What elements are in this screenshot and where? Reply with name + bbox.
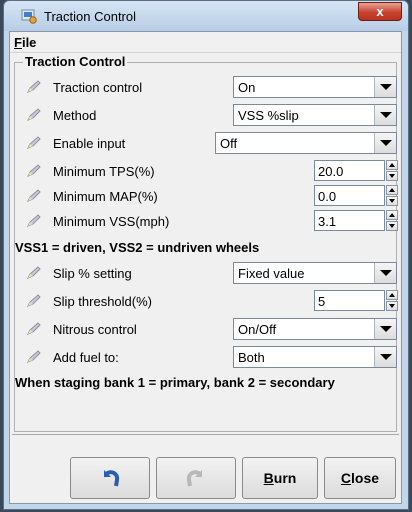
close-icon: x	[376, 4, 384, 19]
min-vss-spinner: 3.1	[314, 210, 398, 231]
row-enable-input: Enable input Off	[15, 131, 397, 155]
slip-setting-label: Slip % setting	[53, 266, 132, 281]
row-nitrous-control: Nitrous control On/Off	[15, 317, 397, 341]
slip-threshold-field[interactable]: 5	[314, 290, 385, 311]
spin-down-icon[interactable]	[386, 171, 398, 181]
pencil-icon	[26, 136, 41, 149]
enable-input-select[interactable]: Off	[215, 132, 397, 154]
method-label: Method	[53, 108, 97, 123]
chevron-down-icon[interactable]	[374, 77, 396, 97]
row-min-tps: Minimum TPS(%) 20.0	[15, 159, 398, 183]
chevron-down-icon[interactable]	[374, 347, 396, 367]
spin-down-icon[interactable]	[386, 221, 398, 231]
row-slip-threshold: Slip threshold(%) 5	[15, 289, 398, 313]
window: Traction Control x File Traction Control…	[3, 0, 409, 510]
undo-icon	[104, 470, 120, 487]
nitrous-control-select[interactable]: On/Off	[233, 318, 397, 340]
spin-up-icon[interactable]	[386, 290, 398, 300]
window-close-button[interactable]: x	[358, 2, 402, 21]
spin-up-icon[interactable]	[386, 185, 398, 195]
row-traction-control: Traction control On	[15, 75, 397, 99]
slip-setting-select[interactable]: Fixed value	[233, 262, 397, 284]
add-fuel-label: Add fuel to:	[53, 350, 119, 365]
nitrous-control-label: Nitrous control	[53, 322, 137, 337]
client-area: File Traction Control Traction control O…	[9, 31, 402, 504]
method-select[interactable]: VSS %slip	[233, 104, 397, 126]
pencil-icon	[26, 294, 41, 307]
enable-input-label: Enable input	[53, 136, 126, 151]
staging-note: When staging bank 1 = primary, bank 2 = …	[15, 375, 335, 390]
chevron-down-icon[interactable]	[374, 105, 396, 125]
pencil-icon	[26, 350, 41, 363]
pencil-icon	[26, 189, 41, 202]
window-title: Traction Control	[44, 9, 136, 24]
min-tps-label: Minimum TPS(%)	[53, 164, 155, 179]
traction-control-group: Traction Control Traction control On Met…	[14, 54, 398, 432]
slip-threshold-label: Slip threshold(%)	[53, 294, 152, 309]
add-fuel-select[interactable]: Both	[233, 346, 397, 368]
menu-file[interactable]: File	[14, 35, 36, 50]
pencil-icon	[26, 322, 41, 335]
title-bar[interactable]: Traction Control x	[4, 1, 408, 31]
pencil-icon	[26, 108, 41, 121]
pencil-icon	[26, 266, 41, 279]
spin-up-icon[interactable]	[386, 210, 398, 220]
slip-threshold-spinner: 5	[314, 290, 398, 311]
menu-bar: File	[10, 32, 401, 53]
min-map-spinner: 0.0	[314, 185, 398, 206]
row-slip-setting: Slip % setting Fixed value	[15, 261, 397, 285]
redo-button[interactable]	[156, 457, 236, 499]
vss-note: VSS1 = driven, VSS2 = undriven wheels	[15, 240, 260, 255]
chevron-down-icon[interactable]	[374, 133, 396, 153]
group-title: Traction Control	[23, 54, 128, 69]
min-tps-field[interactable]: 20.0	[314, 160, 385, 181]
spin-down-icon[interactable]	[386, 301, 398, 311]
close-button[interactable]: Close	[324, 457, 396, 499]
min-map-label: Minimum MAP(%)	[53, 189, 158, 204]
chevron-down-icon[interactable]	[374, 263, 396, 283]
undo-button[interactable]	[70, 457, 150, 499]
row-add-fuel: Add fuel to: Both	[15, 345, 397, 369]
pencil-icon	[26, 214, 41, 227]
spin-down-icon[interactable]	[386, 196, 398, 206]
app-icon	[21, 9, 37, 24]
traction-control-label: Traction control	[53, 80, 143, 95]
traction-control-select[interactable]: On	[233, 76, 397, 98]
row-method: Method VSS %slip	[15, 103, 397, 127]
min-map-field[interactable]: 0.0	[314, 185, 385, 206]
spin-up-icon[interactable]	[386, 160, 398, 170]
redo-icon	[186, 470, 202, 487]
pencil-icon	[26, 80, 41, 93]
row-min-vss: Minimum VSS(mph) 3.1	[15, 209, 398, 233]
burn-button[interactable]: Burn	[242, 457, 318, 499]
chevron-down-icon[interactable]	[374, 319, 396, 339]
row-min-map: Minimum MAP(%) 0.0	[15, 184, 398, 208]
separator	[12, 434, 399, 435]
pencil-icon	[26, 164, 41, 177]
min-tps-spinner: 20.0	[314, 160, 398, 181]
min-vss-field[interactable]: 3.1	[314, 210, 385, 231]
min-vss-label: Minimum VSS(mph)	[53, 214, 170, 229]
